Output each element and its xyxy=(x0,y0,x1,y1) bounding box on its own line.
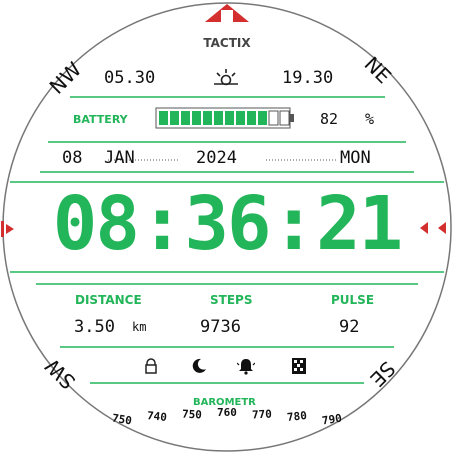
watch-face: TACTIX NW NE SW SE 05.30 19.30 BATTERY 8… xyxy=(0,0,454,454)
distance-value: 3.50 xyxy=(74,317,115,337)
battery-tip xyxy=(290,114,294,122)
battery-unit: % xyxy=(365,110,375,128)
battery-percent: 82 xyxy=(320,110,339,128)
sun-icon xyxy=(214,69,238,86)
left-marker xyxy=(6,224,14,234)
battery-label: BATTERY xyxy=(73,113,128,126)
date-weekday: MON xyxy=(340,148,371,168)
barometer-reading: 750 xyxy=(181,407,203,422)
battery-bar xyxy=(155,107,294,129)
sunset-time: 19.30 xyxy=(282,68,334,88)
battery-segment xyxy=(268,110,279,126)
battery-segment xyxy=(258,111,267,125)
battery-segment xyxy=(225,111,234,125)
battery-segment xyxy=(159,111,168,125)
barometer-reading: 750 xyxy=(111,411,133,428)
north-marker-notch xyxy=(221,10,233,22)
steps-value: 9736 xyxy=(200,317,241,337)
moon-icon xyxy=(192,358,206,373)
date-month: JAN xyxy=(104,148,135,168)
pulse-label: PULSE xyxy=(331,293,375,307)
time-hours: 08 xyxy=(52,181,140,267)
brand-label: TACTIX xyxy=(203,36,251,50)
date-year: 2024 xyxy=(196,148,237,168)
barometer-reading: 740 xyxy=(146,408,168,425)
sunrise-time: 05.30 xyxy=(104,68,156,88)
distance-unit: km xyxy=(132,320,147,334)
battery-segment xyxy=(203,111,212,125)
time-minutes: 36 xyxy=(184,181,271,267)
barometer-readings: 750 740 750 760 770 780 790 xyxy=(111,402,348,432)
battery-segment xyxy=(181,111,190,125)
lock-icon xyxy=(145,358,157,374)
barometer-reading: 770 xyxy=(251,407,273,422)
pattern-icon xyxy=(292,358,306,374)
pulse-value: 92 xyxy=(339,317,360,337)
bell-icon xyxy=(237,359,255,375)
barometer-reading: 760 xyxy=(217,406,237,419)
barometer-reading: 790 xyxy=(321,411,343,428)
distance-label: DISTANCE xyxy=(75,293,142,307)
battery-segment xyxy=(247,111,256,125)
barometer-reading: 780 xyxy=(286,408,308,425)
time-colon: : xyxy=(139,181,185,267)
steps-label: STEPS xyxy=(210,293,253,307)
battery-segment xyxy=(214,111,223,125)
time-seconds: 21 xyxy=(316,181,403,267)
battery-segment xyxy=(170,111,179,125)
battery-segment xyxy=(192,111,201,125)
time-display: 08 : 36 : 21 xyxy=(20,178,434,270)
battery-segment xyxy=(279,110,290,126)
battery-segment xyxy=(236,111,245,125)
date-day: 08 xyxy=(62,148,83,168)
time-colon: : xyxy=(271,181,317,267)
